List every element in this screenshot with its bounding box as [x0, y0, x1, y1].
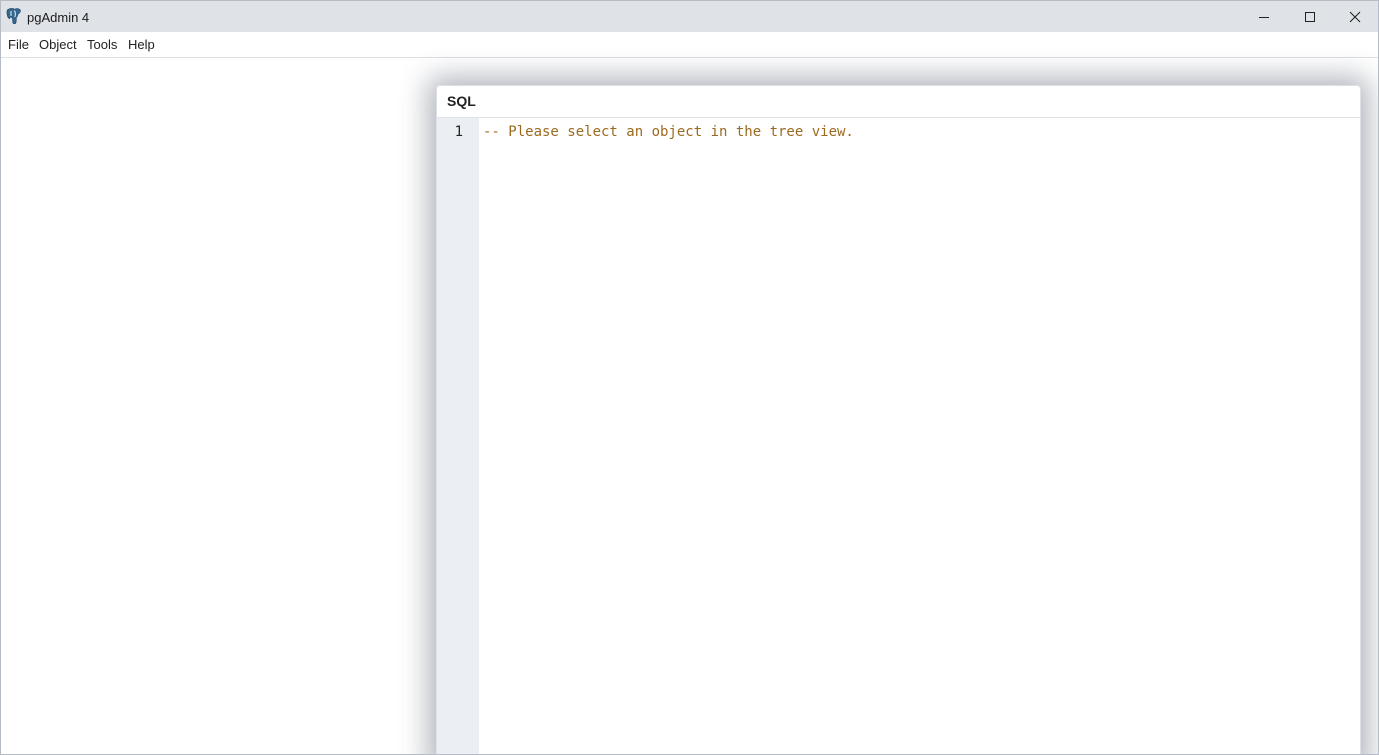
maximize-button[interactable] — [1287, 1, 1333, 32]
maximize-icon — [1304, 11, 1316, 23]
menu-file[interactable]: File — [8, 37, 29, 52]
menu-help[interactable]: Help — [128, 37, 155, 52]
close-button[interactable] — [1332, 1, 1378, 32]
window-title: pgAdmin 4 — [27, 10, 90, 25]
menu-tools[interactable]: Tools — [87, 37, 117, 52]
close-icon — [1349, 11, 1361, 23]
minimize-button[interactable] — [1241, 1, 1287, 32]
sql-code-editor[interactable]: -- Please select an object in the tree v… — [483, 124, 854, 140]
minimize-icon — [1258, 11, 1270, 23]
line-number-gutter: 1 — [437, 118, 479, 754]
line-number: 1 — [454, 124, 463, 140]
menu-object[interactable]: Object — [39, 37, 77, 52]
postgres-elephant-icon — [6, 7, 22, 25]
pgadmin-window: pgAdmin 4 File Object Tools Help SQL 1 -… — [0, 0, 1379, 755]
sql-panel[interactable]: SQL 1 -- Please select an object in the … — [436, 85, 1361, 754]
sql-panel-title: SQL — [447, 93, 476, 109]
menu-bar: File Object Tools Help — [1, 32, 1378, 58]
title-bar[interactable]: pgAdmin 4 — [1, 1, 1378, 32]
sql-panel-header[interactable]: SQL — [437, 86, 1360, 118]
